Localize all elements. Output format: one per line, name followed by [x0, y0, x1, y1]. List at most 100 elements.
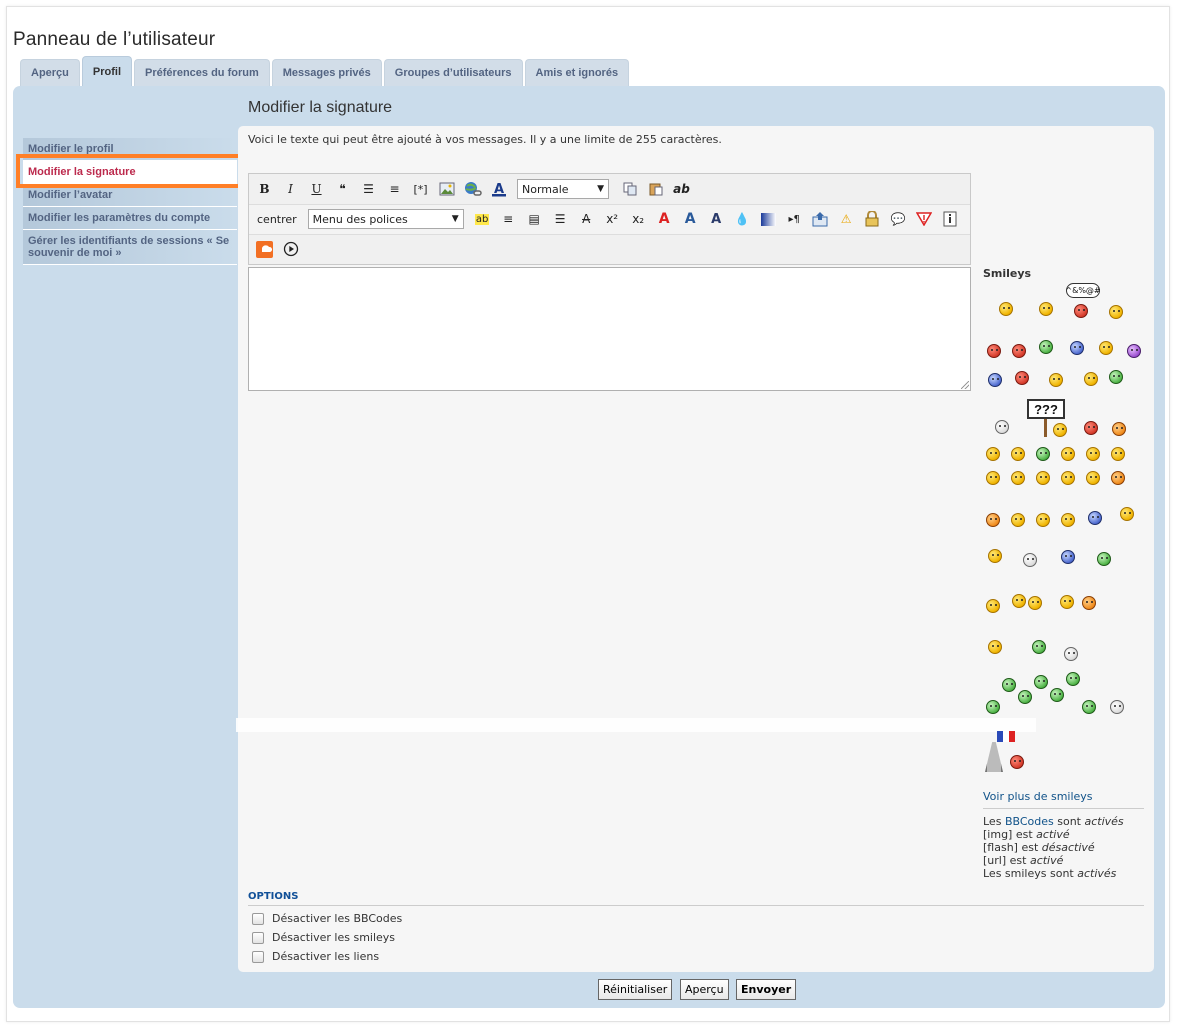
tab-amis[interactable]: Amis et ignorés	[524, 59, 630, 86]
smiley-teeth-icon[interactable]	[1036, 447, 1050, 461]
lock-icon[interactable]	[861, 208, 884, 230]
smiley-roll-eyes-icon[interactable]	[1099, 341, 1113, 355]
superscript-icon[interactable]: x²	[601, 208, 624, 230]
italic-button[interactable]: I	[279, 178, 302, 200]
more-smileys-link[interactable]: Voir plus de smileys	[983, 790, 1093, 803]
warning-icon[interactable]: ⚠	[835, 208, 858, 230]
highlight-icon[interactable]: ab	[471, 208, 494, 230]
smiley-group-5-icon[interactable]	[1018, 690, 1032, 704]
smiley-hug2-icon[interactable]	[1028, 596, 1042, 610]
disable-smileys-checkbox[interactable]	[252, 931, 264, 944]
smiley-hug-icon[interactable]	[1012, 594, 1026, 608]
strikethrough-icon[interactable]: A	[575, 208, 598, 230]
smiley-grey-icon[interactable]	[1064, 647, 1078, 661]
smiley-fight-icon[interactable]	[1015, 371, 1029, 385]
font-glow-icon[interactable]: A	[705, 208, 728, 230]
smiley-purple-icon[interactable]	[1127, 344, 1141, 358]
smiley-laugh-icon[interactable]	[1061, 447, 1075, 461]
smiley-zombie-icon[interactable]	[1109, 370, 1123, 384]
smiley-french-icon[interactable]	[1010, 755, 1024, 769]
smiley-hmm-icon[interactable]	[1112, 422, 1126, 436]
tab-messages-prives[interactable]: Messages privés	[271, 59, 382, 86]
smiley-group-4-icon[interactable]	[986, 700, 1000, 714]
option-disable-bbcode[interactable]: Désactiver les BBCodes	[252, 912, 402, 925]
quote-icon[interactable]: ❝	[331, 178, 354, 200]
underline-button[interactable]: U	[305, 178, 328, 200]
smiley-surprised-icon[interactable]	[1011, 447, 1025, 461]
smiley-ghost-icon[interactable]	[995, 420, 1009, 434]
numbered-list-icon[interactable]: ≡	[383, 178, 406, 200]
smiley-confused-icon[interactable]	[1053, 423, 1067, 437]
sidebar-item-modifier-signature[interactable]: Modifier la signature	[23, 161, 237, 184]
smiley-group-1-icon[interactable]	[1002, 678, 1016, 692]
smiley-green-icon[interactable]	[1097, 552, 1111, 566]
sidebar-item-parametres-compte[interactable]: Modifier les paramètres du compte	[23, 207, 237, 230]
smiley-cold-icon[interactable]	[988, 373, 1002, 387]
smiley-wave-icon[interactable]	[1049, 373, 1063, 387]
font-family-select[interactable]: Menu des polices ▼	[307, 209, 464, 229]
smiley-love-icon[interactable]	[999, 302, 1013, 316]
smiley-toast-icon[interactable]	[988, 640, 1002, 654]
smiley-question-icon[interactable]	[1111, 447, 1125, 461]
bbcodes-help-link[interactable]: BBCodes	[1005, 815, 1054, 828]
smiley-evil-icon[interactable]	[986, 513, 1000, 527]
smiley-santa-icon[interactable]	[1084, 421, 1098, 435]
smiley-redface-icon[interactable]	[1111, 471, 1125, 485]
sidebar-item-modifier-avatar[interactable]: Modifier l’avatar	[23, 184, 237, 207]
subscript-icon[interactable]: x₂	[627, 208, 650, 230]
soundcloud-icon[interactable]	[253, 238, 276, 260]
smiley-group-6-icon[interactable]	[1050, 688, 1064, 702]
upload-icon[interactable]	[809, 208, 832, 230]
bullet-list-icon[interactable]: ☰	[357, 178, 380, 200]
smiley-police-icon[interactable]	[1070, 341, 1084, 355]
option-disable-links[interactable]: Désactiver les liens	[252, 950, 379, 963]
smiley-tongue-icon[interactable]	[1110, 700, 1124, 714]
smiley-sick-icon[interactable]	[1039, 340, 1053, 354]
link-icon[interactable]	[461, 178, 484, 200]
smiley-razz-icon[interactable]	[1061, 471, 1075, 485]
smiley-group-3-icon[interactable]	[1066, 672, 1080, 686]
resize-handle-icon[interactable]	[961, 381, 969, 389]
smiley-no-icon[interactable]	[1012, 344, 1026, 358]
option-disable-smileys[interactable]: Désactiver les smileys	[252, 931, 395, 944]
bold-button[interactable]: B	[253, 178, 276, 200]
smiley-smile-white-icon[interactable]	[1023, 553, 1037, 567]
speech-bubble-icon[interactable]: 💬	[887, 208, 910, 230]
justify-icon[interactable]: ▤	[523, 208, 546, 230]
smiley-group-7-icon[interactable]	[1082, 700, 1096, 714]
image-icon[interactable]	[435, 178, 458, 200]
disable-bbcode-checkbox[interactable]	[252, 912, 264, 925]
reset-button[interactable]: Réinitialiser	[598, 979, 673, 1000]
smiley-arrow-icon[interactable]	[1061, 513, 1075, 527]
font-outline-icon[interactable]: A	[653, 208, 676, 230]
smiley-toast2-icon[interactable]	[1032, 640, 1046, 654]
smiley-sad-icon[interactable]	[1086, 447, 1100, 461]
center-button[interactable]: centrer	[253, 213, 301, 226]
smiley-grin-icon[interactable]	[1084, 372, 1098, 386]
copy-icon[interactable]	[618, 178, 641, 200]
gradient-icon[interactable]	[757, 208, 780, 230]
preview-button[interactable]: Aperçu	[680, 979, 729, 1000]
alert-triangle-icon[interactable]	[913, 208, 936, 230]
smiley-cool-icon[interactable]	[1036, 471, 1050, 485]
paste-icon[interactable]	[644, 178, 667, 200]
confused-sign[interactable]: ???	[1027, 399, 1065, 419]
smiley-angry-icon[interactable]	[1074, 304, 1088, 318]
smiley-eyes-icon[interactable]	[1039, 302, 1053, 316]
smiley-yellow-card-icon[interactable]	[1120, 507, 1134, 521]
tab-preferences[interactable]: Préférences du forum	[134, 59, 270, 86]
signature-textarea[interactable]	[248, 267, 971, 391]
smiley-happy-icon[interactable]	[1109, 305, 1123, 319]
smiley-red-card-icon[interactable]	[988, 549, 1002, 563]
font-size-select[interactable]: Normale ▼	[517, 179, 609, 199]
spellcheck-button[interactable]: ab	[670, 178, 693, 200]
water-drop-icon[interactable]: 💧	[731, 208, 754, 230]
smiley-hurt-icon[interactable]	[1082, 596, 1096, 610]
play-icon[interactable]	[279, 238, 302, 260]
smiley-flying-icon[interactable]	[1061, 550, 1075, 564]
smiley-group-2-icon[interactable]	[1034, 675, 1048, 689]
smiley-lol-icon[interactable]	[1011, 471, 1025, 485]
font-color-icon[interactable]: A	[487, 178, 510, 200]
smiley-exclaim-icon[interactable]	[986, 471, 1000, 485]
tab-profil[interactable]: Profil	[81, 56, 133, 86]
